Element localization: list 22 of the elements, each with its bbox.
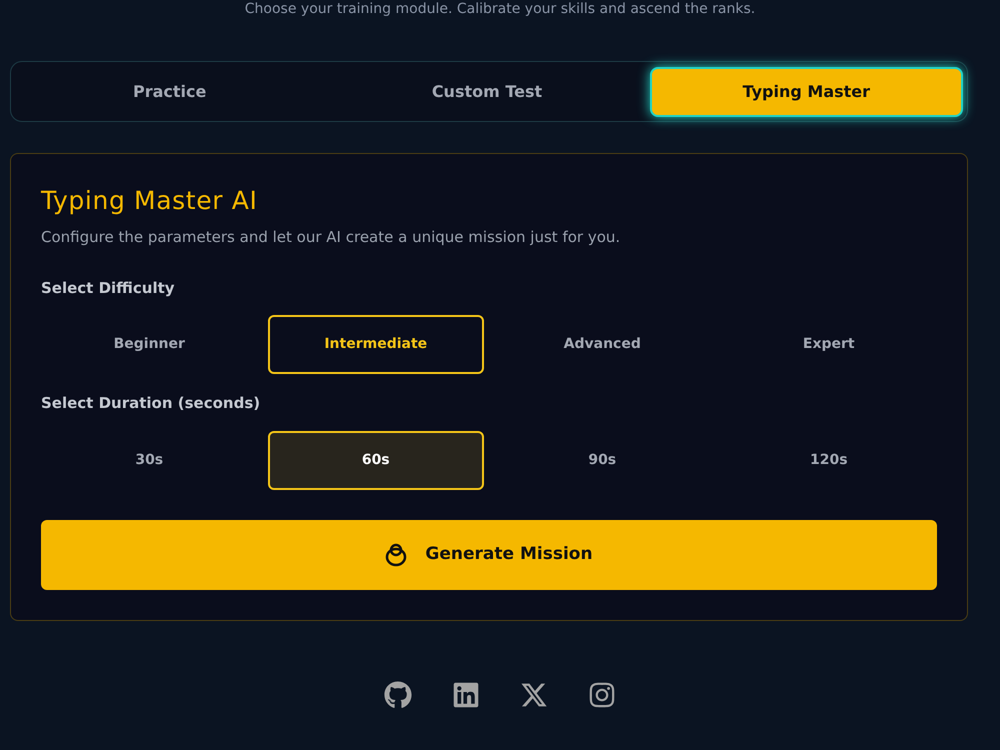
difficulty-option[interactable]: Expert [720,315,937,374]
tab[interactable]: Custom Test [332,66,642,116]
tab[interactable]: Typing Master [650,66,963,116]
x-icon[interactable] [520,680,548,708]
orbit-icon [385,542,408,568]
duration-option[interactable]: 60s [268,430,484,490]
duration-option[interactable]: 90s [494,430,710,490]
linkedin-icon[interactable] [452,680,480,708]
difficulty-option[interactable]: Advanced [494,315,710,374]
section-label: Select Duration (seconds) [41,393,262,414]
tab[interactable]: Practice [15,66,324,116]
instagram-icon[interactable] [588,680,616,708]
github-icon[interactable] [384,680,412,708]
difficulty-option[interactable]: Intermediate [268,315,484,374]
subtitle: Choose your training module. Calibrate your skills and ascend the ranks. [244,1,756,17]
section-label: Select Difficulty [41,278,176,298]
card-title: Typing Master AI [41,186,258,216]
difficulty-option[interactable]: Beginner [41,315,258,374]
duration-option[interactable]: 120s [720,430,937,490]
card-description: Configure the parameters and let our AI create a unique mission just for you. [41,227,622,248]
generate-mission-button[interactable]: Generate Mission [41,520,937,590]
duration-option[interactable]: 30s [41,430,258,490]
